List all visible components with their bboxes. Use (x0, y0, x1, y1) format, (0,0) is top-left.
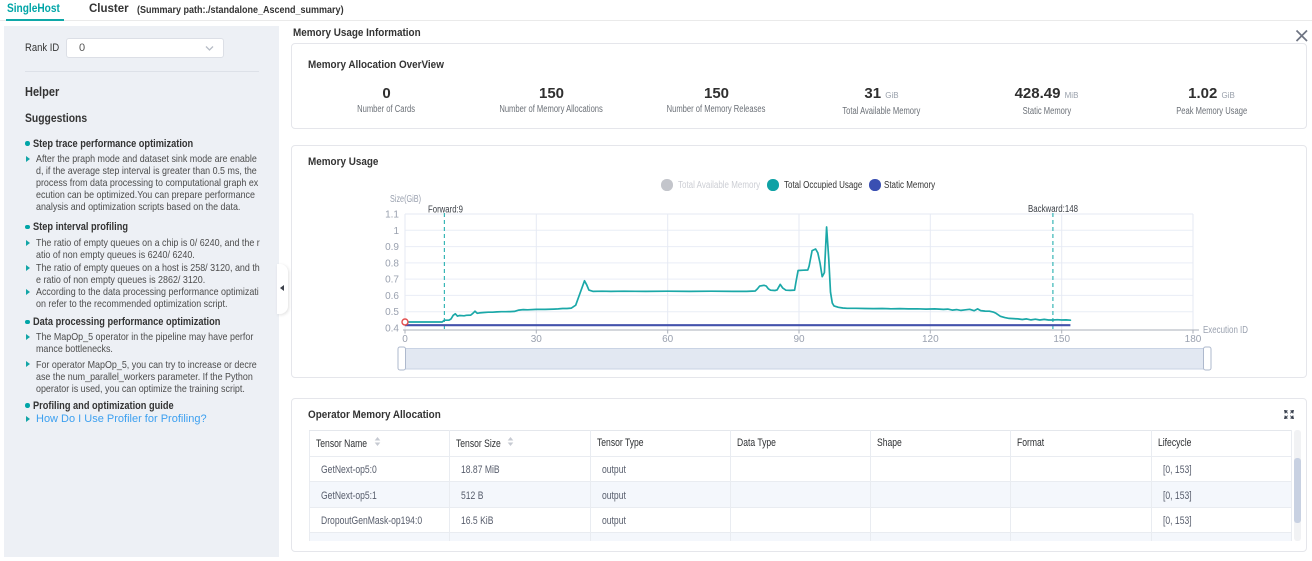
svg-text:90: 90 (793, 334, 805, 345)
svg-text:0.5: 0.5 (385, 307, 399, 318)
svg-text:0.8: 0.8 (385, 258, 399, 269)
svg-text:Execution ID: Execution ID (1203, 325, 1248, 336)
svg-text:Forward:9: Forward:9 (428, 205, 463, 216)
svg-text:180: 180 (1185, 334, 1202, 345)
svg-text:1: 1 (393, 226, 399, 237)
svg-text:1.1: 1.1 (385, 210, 399, 221)
svg-text:60: 60 (662, 334, 674, 345)
svg-text:0.4: 0.4 (385, 324, 399, 335)
svg-text:Backward:148: Backward:148 (1028, 204, 1078, 215)
svg-text:0.6: 0.6 (385, 291, 399, 302)
svg-text:Size(GiB): Size(GiB) (390, 194, 421, 205)
svg-text:0.7: 0.7 (385, 275, 399, 286)
svg-text:150: 150 (1053, 334, 1070, 345)
svg-text:30: 30 (531, 334, 543, 345)
svg-text:0: 0 (402, 334, 408, 345)
svg-text:0.9: 0.9 (385, 242, 399, 253)
svg-text:120: 120 (922, 334, 939, 345)
